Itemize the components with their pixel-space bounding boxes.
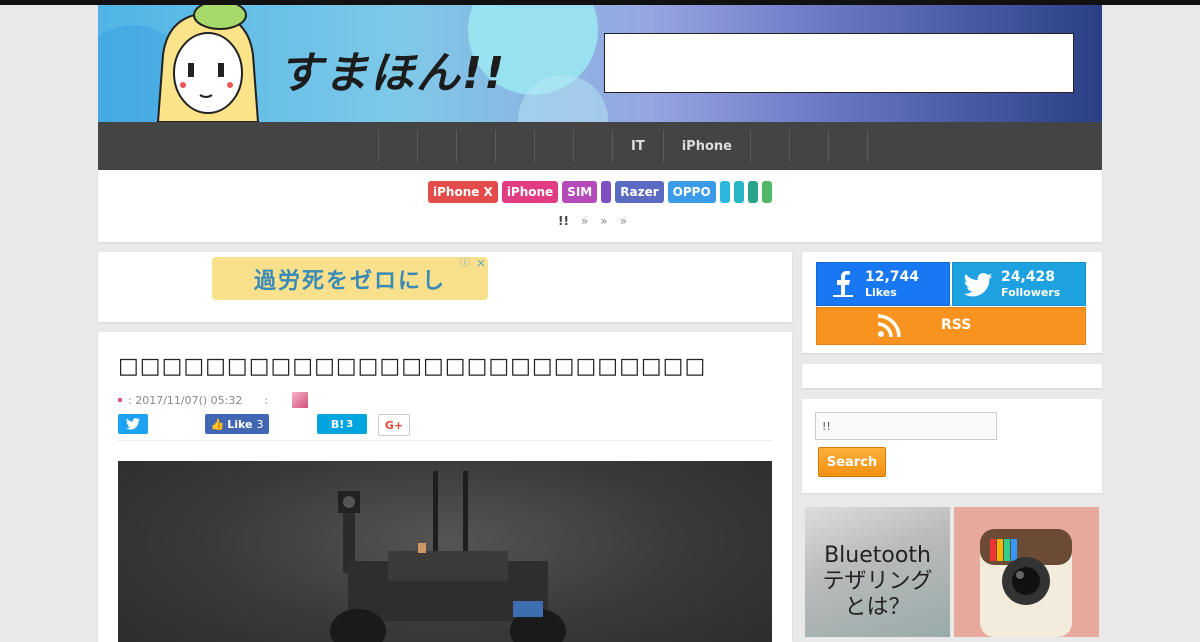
tag-iphone[interactable]: iPhone <box>501 181 559 203</box>
tag[interactable] <box>761 181 772 203</box>
thumbnail-caption: Bluetooth テザリング とは？ <box>822 543 933 620</box>
header-ad-slot[interactable] <box>604 33 1074 93</box>
nav-item[interactable] <box>749 130 789 162</box>
breadcrumb: !! » » » <box>558 214 627 228</box>
article-hero-image <box>118 461 772 642</box>
tag-razer[interactable]: Razer <box>615 181 664 203</box>
nav-item-it[interactable]: IT <box>612 130 663 162</box>
ad-close-icon[interactable]: ✕ <box>474 257 488 271</box>
nav-item[interactable] <box>495 130 534 162</box>
breadcrumb-separator: » <box>619 214 627 228</box>
nav-item[interactable] <box>573 130 612 162</box>
twitter-count: 24,428 <box>1001 269 1056 285</box>
twitter-counter-button[interactable]: 24,428 Followers <box>952 262 1086 306</box>
date-marker-icon <box>118 398 122 402</box>
twitter-share-button[interactable] <box>118 414 148 434</box>
hatena-bookmark-button[interactable]: B! 3 <box>317 414 367 434</box>
tag-list: iPhone X iPhone SIM Razer OPPO <box>428 181 772 203</box>
mascot-illustration <box>156 5 260 122</box>
facebook-counter-button[interactable]: 12,744 Likes <box>816 262 950 306</box>
hatena-label: B! <box>330 417 345 431</box>
tag-sim[interactable]: SIM <box>562 181 598 203</box>
tag-strip: iPhone X iPhone SIM Razer OPPO !! » » » <box>98 170 1102 242</box>
twitter-label: Followers <box>1001 286 1061 299</box>
ad-box: 過労死をゼロにし ⓘ ✕ <box>98 252 792 322</box>
rss-icon <box>877 314 901 338</box>
nav-item[interactable] <box>534 130 573 162</box>
nav-item-iphone[interactable]: iPhone <box>662 130 750 162</box>
article-meta: : 2017/11/07() 05:32 : <box>118 392 309 408</box>
article-card: □□□□□□□□□□□□□□□□□□□□□□□□□□□ : 2017/11/07… <box>98 332 792 642</box>
breadcrumb-separator: » <box>580 214 589 228</box>
like-label: Like <box>227 417 253 431</box>
author-avatar[interactable] <box>292 392 309 408</box>
facebook-count: 12,744 <box>865 269 920 285</box>
article-thumbnail-bluetooth[interactable]: Bluetooth テザリング とは？ <box>805 507 950 637</box>
author-separator: : <box>264 393 269 407</box>
thumbs-up-icon: 👍 <box>210 417 225 431</box>
google-plus-button[interactable]: G+ <box>378 414 410 436</box>
nav-item[interactable] <box>827 130 868 162</box>
search-widget: Search <box>802 399 1102 493</box>
tag[interactable] <box>733 181 744 203</box>
article-date: : 2017/11/07() 05:32 <box>128 393 243 407</box>
article-thumbnail-instagram[interactable] <box>954 507 1099 637</box>
breadcrumb-separator: » <box>600 214 608 228</box>
site-header: すまほん!! <box>98 5 1102 122</box>
tag[interactable] <box>601 181 612 203</box>
search-input[interactable] <box>815 412 997 440</box>
ad-banner[interactable]: 過労死をゼロにし <box>212 257 488 300</box>
tag[interactable] <box>747 181 758 203</box>
social-counters: 12,744 Likes 24,428 Followers RSS <box>802 252 1102 353</box>
main-nav: IT iPhone <box>98 122 1102 170</box>
facebook-like-button[interactable]: 👍 Like 3 <box>205 414 269 434</box>
site-logo[interactable]: すまほん!! <box>278 37 506 101</box>
article-title: □□□□□□□□□□□□□□□□□□□□□□□□□□□ <box>118 354 707 379</box>
search-button[interactable]: Search <box>818 447 886 477</box>
twitter-icon <box>963 273 993 297</box>
breadcrumb-home[interactable]: !! <box>558 214 569 228</box>
ad-info-icon[interactable]: ⓘ <box>458 257 472 271</box>
nav-item[interactable] <box>788 130 828 162</box>
rss-button[interactable]: RSS <box>816 307 1086 345</box>
nav-item[interactable] <box>378 130 417 162</box>
facebook-label: Likes <box>865 286 897 299</box>
nav-item[interactable] <box>456 130 495 162</box>
rss-label: RSS <box>941 317 972 333</box>
share-bar: 👍 Like 3 B! 3 G+ <box>118 414 772 441</box>
sidebar-widget <box>802 364 1102 388</box>
instagram-icon <box>980 529 1072 637</box>
like-count: 3 <box>256 417 264 431</box>
tag-iphone-x[interactable]: iPhone X <box>428 181 498 203</box>
robot-car-illustration <box>330 471 566 642</box>
nav-item[interactable] <box>417 130 456 162</box>
hatena-count: 3 <box>346 418 354 430</box>
facebook-icon <box>833 271 853 297</box>
twitter-icon <box>126 418 140 430</box>
tag[interactable] <box>719 181 730 203</box>
tag-oppo[interactable]: OPPO <box>667 181 716 203</box>
